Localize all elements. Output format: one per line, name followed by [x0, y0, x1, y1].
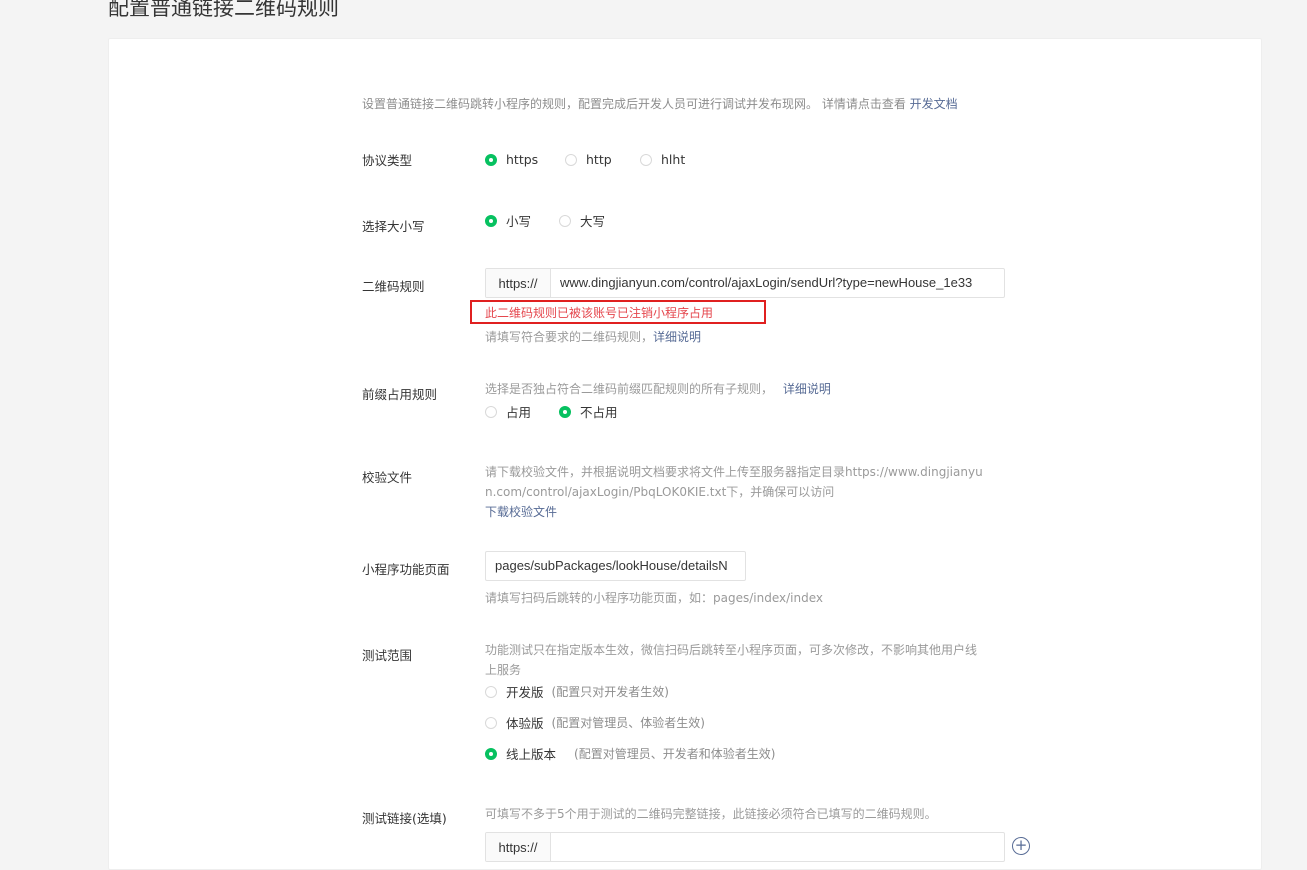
- download-verify-file-link[interactable]: 下载校验文件: [485, 503, 557, 520]
- mini-page-label: 小程序功能页面: [362, 562, 450, 577]
- radio-unchecked-icon[interactable]: [485, 685, 497, 698]
- protocol-option-hlht[interactable]: hlht: [640, 152, 685, 167]
- radio-checked-icon[interactable]: [485, 153, 497, 166]
- case-label: 选择大小写: [362, 219, 425, 234]
- test-link-value[interactable]: [551, 833, 1004, 861]
- add-test-link-icon[interactable]: +: [1012, 837, 1030, 855]
- qr-rule-hint: 请填写符合要求的二维码规则，详细说明: [485, 330, 702, 344]
- verify-file-line2: n.com/control/ajaxLogin/PbqLOK0KIE.txt下，…: [485, 485, 835, 499]
- test-scope-line2: 上服务: [485, 663, 522, 677]
- verify-file-line1: 请下载校验文件，并根据说明文档要求将文件上传至服务器指定目录https://ww…: [485, 465, 983, 479]
- protocol-option-http[interactable]: http: [565, 152, 612, 167]
- qr-rule-details-link[interactable]: 详细说明: [653, 330, 701, 344]
- radio-unchecked-icon[interactable]: [485, 405, 497, 418]
- test-scope-label: 测试范围: [362, 648, 413, 663]
- mini-page-input[interactable]: pages/subPackages/lookHouse/detailsN: [485, 551, 746, 581]
- page-title: 配置普通链接二维码规则: [108, 0, 339, 20]
- test-link-hint: 可填写不多于5个用于测试的二维码完整链接，此链接必须符合已填写的二维码规则。: [485, 807, 937, 821]
- scope-option-trial[interactable]: 体验版 (配置对管理员、体验者生效): [485, 713, 705, 732]
- radio-unchecked-icon[interactable]: [565, 153, 577, 166]
- scope-option-dev[interactable]: 开发版 (配置只对开发者生效): [485, 682, 669, 701]
- radio-checked-icon[interactable]: [485, 747, 497, 760]
- mini-page-value[interactable]: pages/subPackages/lookHouse/detailsN: [486, 552, 745, 580]
- prefix-option-occupy[interactable]: 占用: [485, 402, 531, 421]
- protocol-option-https[interactable]: https: [485, 152, 538, 167]
- test-link-prefix: https://: [486, 833, 551, 861]
- intro-description: 设置普通链接二维码跳转小程序的规则，配置完成后开发人员可进行调试并发布现网。 详…: [362, 97, 906, 111]
- radio-unchecked-icon[interactable]: [485, 716, 497, 729]
- case-option-upper[interactable]: 大写: [559, 211, 605, 230]
- intro-text: 设置普通链接二维码跳转小程序的规则，配置完成后开发人员可进行调试并发布现网。 详…: [362, 95, 958, 112]
- dev-docs-link[interactable]: 开发文档: [910, 97, 958, 111]
- prefix-option-not-occupy[interactable]: 不占用: [559, 402, 618, 421]
- verify-file-label: 校验文件: [362, 470, 413, 485]
- qr-rule-value[interactable]: www.dingjianyun.com/control/ajaxLogin/se…: [551, 269, 1004, 297]
- mini-page-hint: 请填写扫码后跳转的小程序功能页面，如：pages/index/index: [485, 591, 823, 605]
- qr-rule-input[interactable]: https:// www.dingjianyun.com/control/aja…: [485, 268, 1005, 298]
- prefix-rule-details-link[interactable]: 详细说明: [783, 382, 831, 396]
- test-scope-line1: 功能测试只在指定版本生效，微信扫码后跳转至小程序页面，可多次修改，不影响其他用户…: [485, 643, 978, 657]
- case-option-lower[interactable]: 小写: [485, 211, 531, 230]
- prefix-rule-label: 前缀占用规则: [362, 387, 438, 402]
- radio-unchecked-icon[interactable]: [559, 214, 571, 227]
- radio-unchecked-icon[interactable]: [640, 153, 652, 166]
- qr-rule-error: 此二维码规则已被该账号已注销小程序占用: [485, 306, 714, 320]
- test-link-label: 测试链接(选填): [362, 811, 447, 826]
- prefix-rule-hint: 选择是否独占符合二维码前缀匹配规则的所有子规则， 详细说明: [485, 382, 831, 396]
- test-link-input[interactable]: https://: [485, 832, 1005, 862]
- qr-rule-prefix: https://: [486, 269, 551, 297]
- radio-checked-icon[interactable]: [559, 405, 571, 418]
- radio-checked-icon[interactable]: [485, 214, 497, 227]
- scope-option-release[interactable]: 线上版本 (配置对管理员、开发者和体验者生效): [485, 744, 775, 763]
- protocol-label: 协议类型: [362, 153, 413, 168]
- qr-rule-label: 二维码规则: [362, 279, 425, 294]
